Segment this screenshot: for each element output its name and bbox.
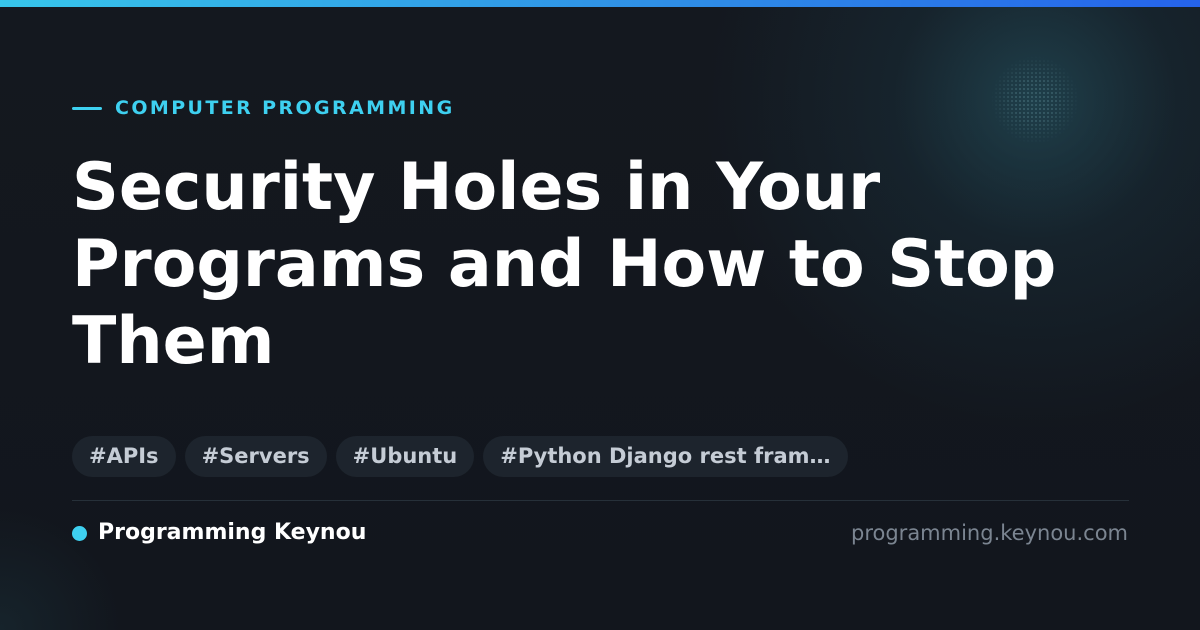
brand: Programming Keynou bbox=[72, 519, 366, 547]
category-label: COMPUTER PROGRAMMING bbox=[72, 96, 455, 120]
tag-list: #APIs #Servers #Ubuntu #Python Django re… bbox=[72, 436, 848, 477]
category-accent-line bbox=[72, 106, 102, 110]
tag-servers: #Servers bbox=[184, 436, 327, 477]
tag-python-django: #Python Django rest fram… bbox=[483, 436, 848, 477]
article-title: Security Holes in Your Programs and How … bbox=[72, 150, 1057, 379]
site-url: programming.keynou.com bbox=[851, 521, 1128, 545]
tag-apis: #APIs bbox=[72, 436, 176, 477]
footer-divider bbox=[72, 500, 1129, 501]
tag-ubuntu: #Ubuntu bbox=[335, 436, 475, 477]
brand-name: Programming Keynou bbox=[98, 520, 367, 545]
dot-pattern-decoration bbox=[990, 55, 1080, 145]
brand-dot-icon bbox=[72, 525, 87, 541]
category-text: COMPUTER PROGRAMMING bbox=[115, 97, 455, 119]
top-accent-bar bbox=[0, 0, 1200, 7]
